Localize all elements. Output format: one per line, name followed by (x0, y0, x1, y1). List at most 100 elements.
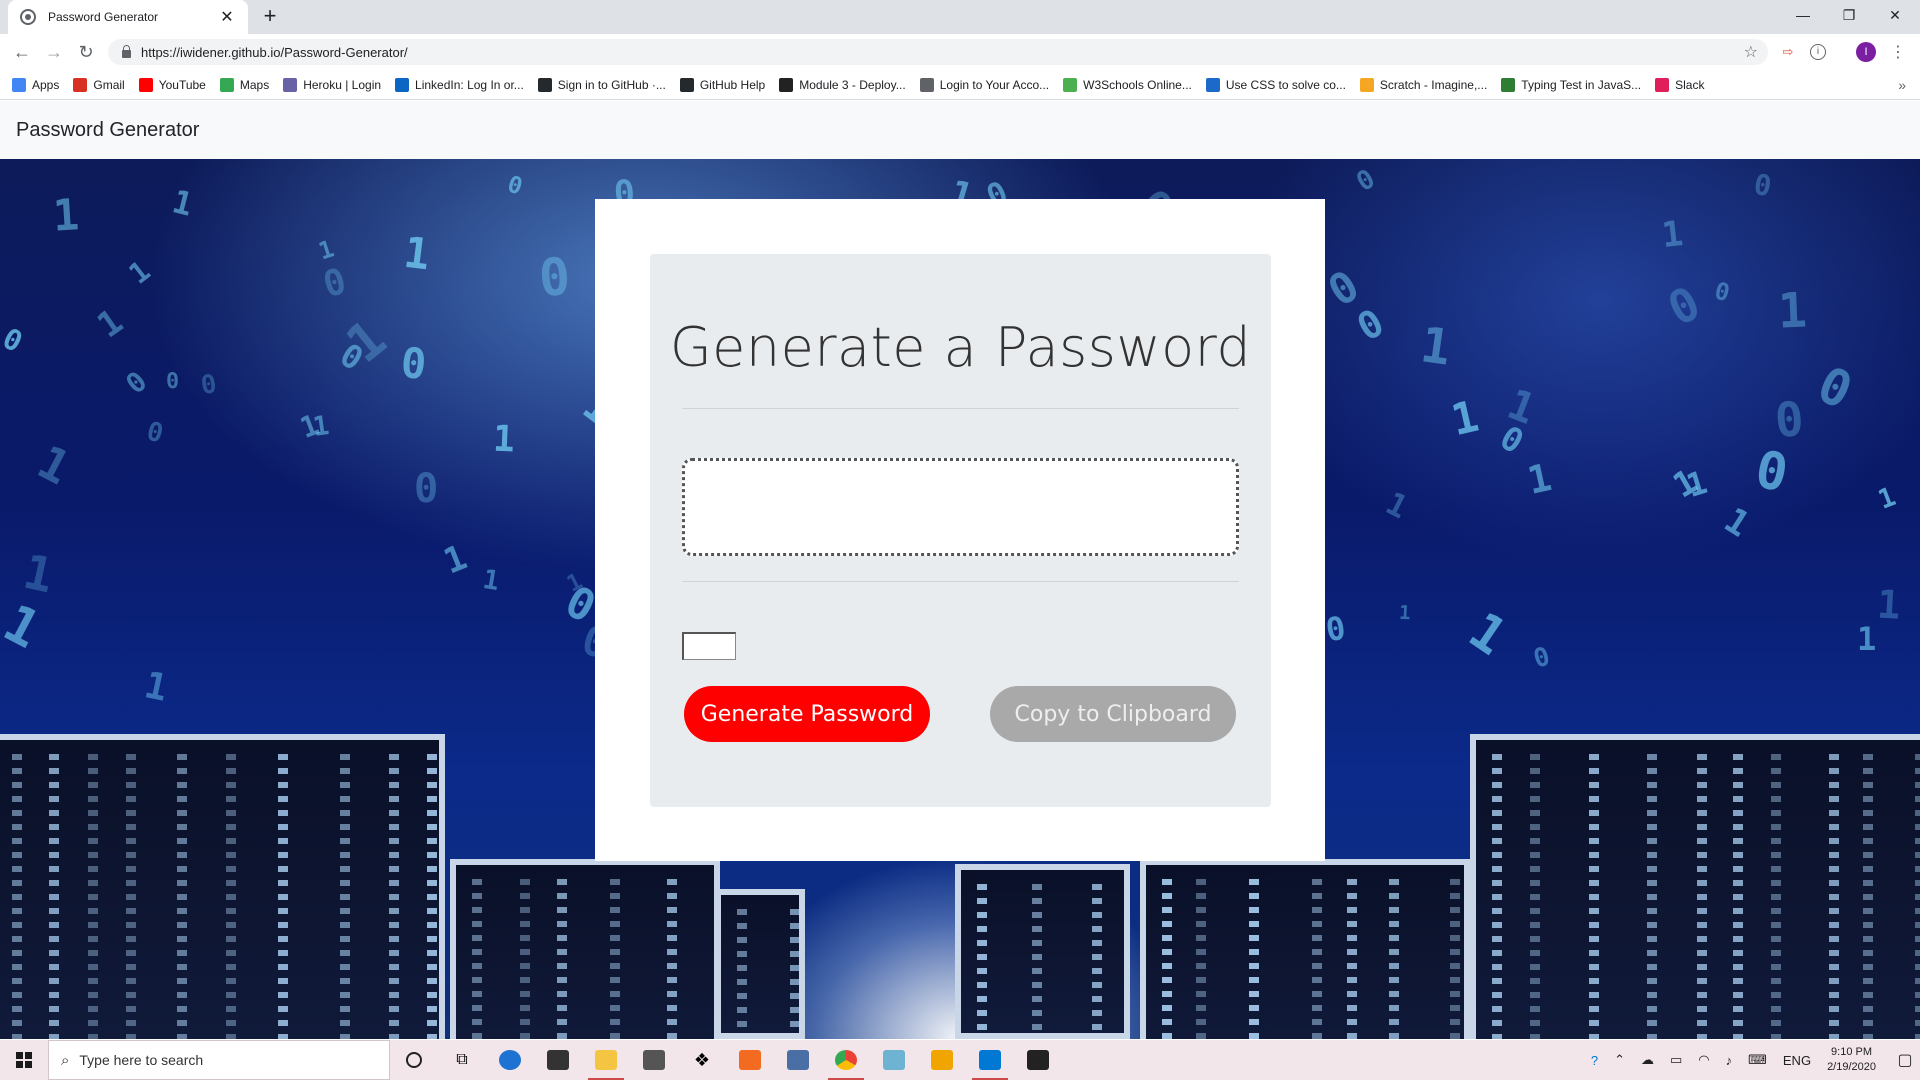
sublime-text-icon[interactable] (726, 1040, 774, 1080)
extension-info-icon[interactable]: i (1810, 44, 1826, 60)
bookmark-item[interactable]: Maps (219, 77, 269, 92)
address-bar[interactable]: https://iwidener.github.io/Password-Gene… (108, 39, 1768, 65)
bookmark-label: Scratch - Imagine,... (1379, 77, 1488, 92)
bookmark-star-icon[interactable]: ☆ (1744, 42, 1758, 62)
chrome-icon[interactable] (822, 1040, 870, 1080)
chevron-up-icon[interactable]: ⌃ (1614, 1052, 1625, 1068)
code-column-decoration (557, 879, 567, 1039)
task-view-icon[interactable]: ⧉ (438, 1040, 486, 1080)
onedrive-icon[interactable]: ☁ (1641, 1052, 1654, 1068)
back-arrow-icon[interactable]: ← (10, 40, 34, 64)
windows-taskbar: ⌕ Type here to search ⧉ ❖ ? ⌃ ☁ ▭ ◠ ♪ ⌨ … (0, 1040, 1920, 1080)
media-player-icon[interactable] (918, 1040, 966, 1080)
search-icon: ⌕ (61, 1051, 70, 1069)
book-icon (779, 77, 794, 92)
browser-tab[interactable]: Password Generator ✕ (8, 0, 248, 34)
keyboard-icon[interactable]: ⌨ (1748, 1052, 1767, 1068)
password-output[interactable] (682, 458, 1239, 556)
bookmark-item[interactable]: Scratch - Imagine,... (1359, 77, 1488, 92)
binary-digit-decoration: 0 (1659, 275, 1709, 336)
code-column-decoration (1697, 754, 1707, 1039)
system-tray: ? ⌃ ☁ ▭ ◠ ♪ ⌨ ENG 9:10 PM 2/19/2020 ▢ (1583, 1040, 1920, 1080)
taskbar-search[interactable]: ⌕ Type here to search (48, 1040, 390, 1080)
wifi-icon[interactable]: ◠ (1698, 1052, 1709, 1068)
bookmark-item[interactable]: W3Schools Online... (1063, 77, 1192, 92)
bookmark-item[interactable]: YouTube (138, 77, 206, 92)
code-column-decoration (1915, 754, 1920, 1039)
maps-icon (219, 77, 234, 92)
minimize-button[interactable]: — (1780, 0, 1826, 30)
browser-toolbar: ← → ↻ https://iwidener.github.io/Passwor… (0, 34, 1920, 70)
binary-digit-decoration: 0 (398, 337, 429, 389)
binary-digit-decoration: 1 (480, 564, 501, 598)
restore-button[interactable]: ❐ (1826, 0, 1872, 30)
binary-digit-decoration: 1 (1856, 619, 1877, 658)
forward-arrow-icon[interactable]: → (42, 40, 66, 64)
dropbox-icon[interactable]: ❖ (678, 1040, 726, 1080)
menu-kebab-icon[interactable]: ⋮ (1890, 42, 1906, 62)
start-button[interactable] (0, 1040, 48, 1080)
new-tab-button[interactable]: + (258, 4, 282, 28)
language-indicator[interactable]: ENG (1783, 1053, 1811, 1068)
generate-password-button[interactable]: Generate Password (684, 686, 930, 742)
binary-digit-decoration: 0 (1529, 641, 1553, 675)
file-explorer-icon[interactable] (582, 1040, 630, 1080)
notification-icon[interactable]: ▢ (1890, 1040, 1920, 1080)
binary-digit-decoration: 0 (1751, 167, 1774, 204)
binary-digit-decoration: 1 (1416, 316, 1454, 377)
monitor-decoration (715, 889, 805, 1039)
binary-digit-decoration: 1 (492, 416, 516, 461)
tab-close-icon[interactable]: ✕ (218, 7, 236, 27)
notepad-icon[interactable] (870, 1040, 918, 1080)
bookmark-item[interactable]: Sign in to GitHub ·... (537, 77, 666, 92)
binary-digit-decoration: 1 (90, 302, 131, 347)
bookmark-item[interactable]: Heroku | Login (283, 77, 381, 92)
copy-to-clipboard-button[interactable]: Copy to Clipboard (990, 686, 1236, 742)
sticky-notes-icon[interactable] (1014, 1040, 1062, 1080)
binary-digit-decoration: 1 (438, 537, 473, 583)
mail-icon[interactable] (630, 1040, 678, 1080)
binary-digit-decoration: 0 (1809, 354, 1862, 421)
bookmark-label: Gmail (93, 77, 125, 92)
code-column-decoration (667, 879, 677, 1039)
bookmark-item[interactable]: Use CSS to solve co... (1205, 77, 1346, 92)
code-column-decoration (737, 909, 747, 1033)
lock-icon (122, 44, 131, 58)
bookmark-item[interactable]: Apps (12, 77, 59, 92)
bookmarks-overflow-icon[interactable]: » (1898, 77, 1906, 93)
store-icon[interactable] (534, 1040, 582, 1080)
bookmark-item[interactable]: Typing Test in JavaS... (1501, 77, 1641, 92)
volume-icon[interactable]: ♪ (1726, 1053, 1733, 1068)
clock-time: 9:10 PM (1831, 1046, 1873, 1058)
bookmark-item[interactable]: Module 3 - Deploy... (779, 77, 906, 92)
bookmark-item[interactable]: GitHub Help (679, 77, 765, 92)
length-input[interactable] (682, 632, 736, 660)
bookmark-item[interactable]: Gmail (73, 77, 125, 92)
divider (682, 408, 1239, 409)
divider (682, 581, 1239, 582)
card-title: Generate a Password (669, 316, 1252, 379)
network-app-icon[interactable] (774, 1040, 822, 1080)
battery-icon[interactable]: ▭ (1670, 1052, 1682, 1068)
monitor-decoration (450, 859, 720, 1039)
monitor-decoration (955, 864, 1130, 1039)
help-icon[interactable]: ? (1591, 1053, 1598, 1068)
edge-icon[interactable] (486, 1040, 534, 1080)
binary-digit-decoration: 0 (1751, 440, 1793, 505)
extension-icon[interactable]: ⇨ (1778, 42, 1798, 62)
clock[interactable]: 9:10 PM 2/19/2020 (1827, 1045, 1876, 1075)
bookmark-item[interactable]: Slack (1655, 77, 1704, 92)
cortana-icon[interactable] (390, 1040, 438, 1080)
close-window-button[interactable]: ✕ (1872, 0, 1918, 30)
globe-icon (919, 77, 934, 92)
bookmark-item[interactable]: LinkedIn: Log In or... (395, 77, 524, 92)
binary-digit-decoration: 0 (504, 170, 526, 201)
w3schools-icon (1063, 77, 1078, 92)
vscode-icon[interactable] (966, 1040, 1014, 1080)
profile-avatar[interactable]: I (1856, 42, 1876, 62)
bookmark-item[interactable]: Login to Your Acco... (919, 77, 1049, 92)
binary-digit-decoration: 0 (0, 321, 28, 360)
navbar-brand[interactable]: Password Generator (16, 119, 199, 142)
binary-digit-decoration: 1 (1659, 213, 1686, 256)
reload-icon[interactable]: ↻ (74, 40, 98, 64)
